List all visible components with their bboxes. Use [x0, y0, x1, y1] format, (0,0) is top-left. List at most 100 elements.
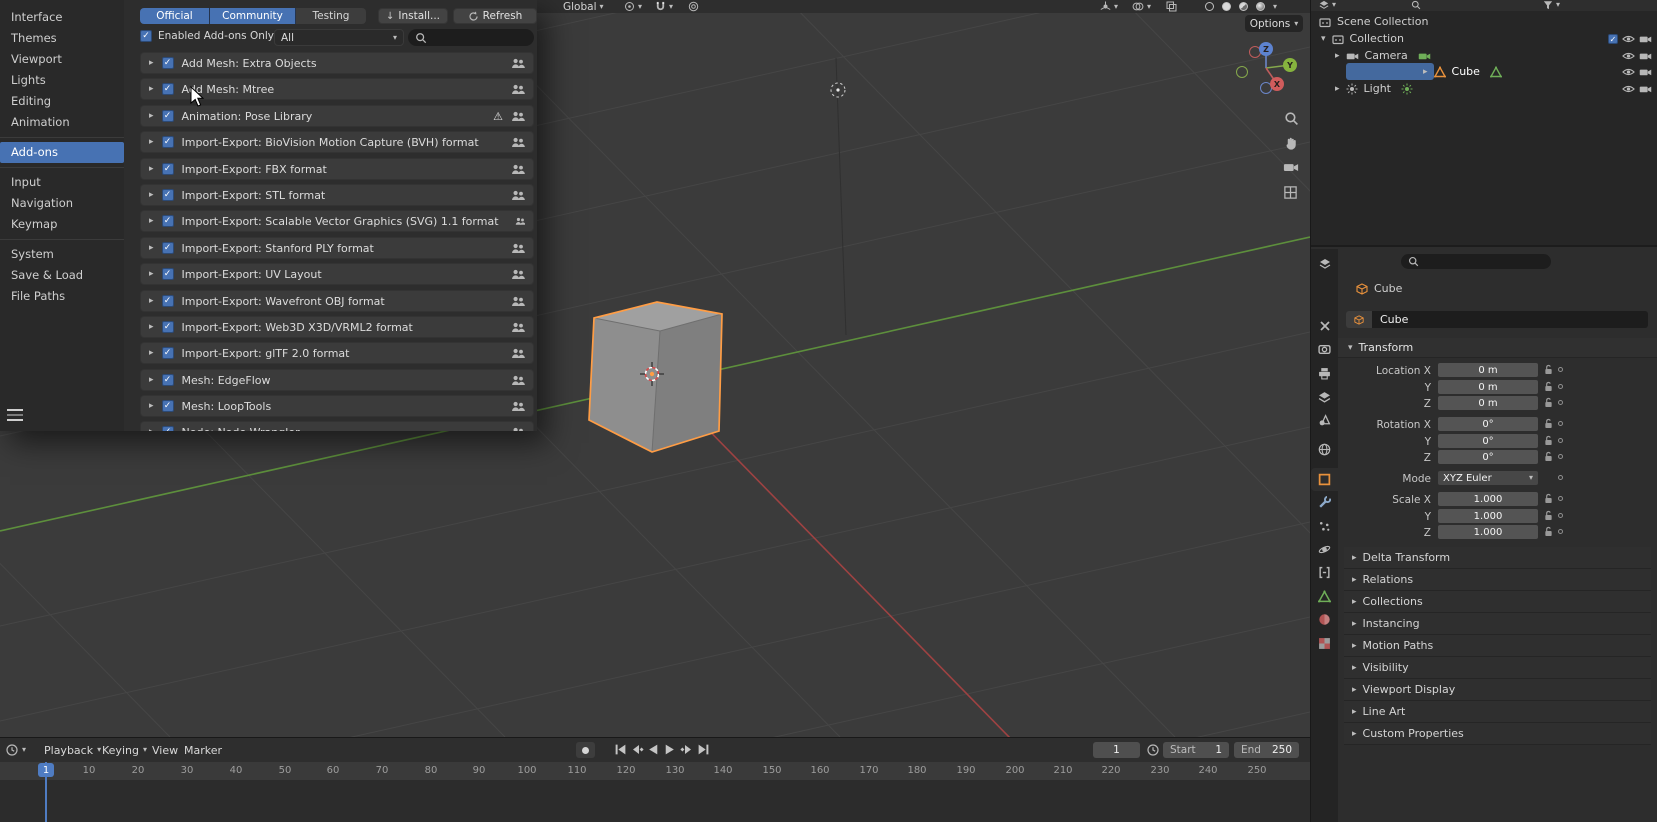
jump-to-end-button[interactable] — [697, 743, 710, 756]
addon-checkbox[interactable]: ✓ — [161, 83, 174, 95]
rotation-z-field[interactable]: 0° — [1438, 450, 1538, 464]
outliner-search-button[interactable] — [1411, 0, 1421, 10]
menu-view[interactable]: View — [152, 738, 178, 762]
menu-keying[interactable]: Keying ▾ — [102, 738, 147, 762]
properties-editor-type-dropdown[interactable] — [1316, 255, 1333, 272]
lock-icon[interactable] — [1544, 493, 1553, 504]
shading-dropdown[interactable]: ▾ — [1273, 0, 1277, 13]
animate-dot-icon[interactable] — [1558, 475, 1563, 480]
disable-render-camera-icon[interactable] — [1639, 84, 1652, 94]
hide-eye-icon[interactable] — [1622, 34, 1635, 44]
sidebar-item-navigation[interactable]: Navigation — [0, 193, 124, 214]
shading-material-button[interactable] — [1239, 0, 1248, 13]
tab-tool[interactable] — [1316, 317, 1333, 334]
animate-dot-icon[interactable] — [1558, 384, 1563, 389]
addon-row[interactable]: ▸ ✓ Import-Export: Scalable Vector Graph… — [140, 210, 534, 232]
expand-arrow-icon[interactable]: ▸ — [149, 269, 154, 279]
outliner-editor-type-dropdown[interactable]: ▾ — [1319, 0, 1336, 10]
collection-checkbox[interactable]: ✓ — [1608, 33, 1618, 44]
lock-icon[interactable] — [1544, 526, 1553, 537]
tab-object-data[interactable] — [1316, 588, 1333, 605]
addon-row[interactable]: ▸ ✓ Import-Export: UV Layout — [140, 263, 534, 285]
sidebar-item-keymap[interactable]: Keymap — [0, 214, 124, 235]
animate-dot-icon[interactable] — [1558, 438, 1563, 443]
pivot-point-dropdown[interactable]: ▾ — [624, 0, 642, 13]
lock-icon[interactable] — [1544, 397, 1553, 408]
id-selector-button[interactable] — [1346, 311, 1372, 328]
addon-row[interactable]: ▸ ✓ Import-Export: STL format — [140, 184, 534, 206]
sidebar-item-lights[interactable]: Lights — [0, 70, 124, 91]
sidebar-item-editing[interactable]: Editing — [0, 91, 124, 112]
location-z-field[interactable]: 0 m — [1438, 396, 1538, 410]
location-x-field[interactable]: 0 m — [1438, 363, 1538, 377]
scale-y-field[interactable]: 1.000 — [1438, 509, 1538, 523]
disable-render-camera-icon[interactable] — [1639, 34, 1652, 44]
expand-arrow-icon[interactable]: ▸ — [149, 401, 154, 411]
menu-playback[interactable]: Playback ▾ — [44, 738, 101, 762]
addon-row[interactable]: ▸ ✓ Import-Export: Stanford PLY format — [140, 237, 534, 259]
frame-start-field[interactable]: Start 1 — [1163, 742, 1229, 758]
addon-row[interactable]: ▸ ✓ Add Mesh: Extra Objects — [140, 52, 534, 74]
addon-row[interactable]: ▸ ✓ Import-Export: FBX format — [140, 158, 534, 180]
addon-checkbox[interactable]: ✓ — [161, 426, 174, 431]
menu-marker[interactable]: Marker — [184, 738, 222, 762]
tab-render[interactable] — [1316, 341, 1333, 358]
expand-arrow-icon[interactable]: ▸ — [149, 243, 154, 253]
addon-checkbox[interactable]: ✓ — [161, 57, 174, 69]
section-line-art[interactable]: ▸ Line Art — [1344, 701, 1651, 723]
animate-dot-icon[interactable] — [1558, 529, 1563, 534]
lock-icon[interactable] — [1544, 510, 1553, 521]
shading-wireframe-button[interactable] — [1205, 0, 1214, 13]
lock-icon[interactable] — [1544, 418, 1553, 429]
properties-editor[interactable]: Cube Cube ▾ Transform Location X 0 m Y 0… — [1311, 249, 1657, 822]
playhead-frame-badge[interactable]: 1 — [38, 763, 54, 777]
expand-arrow-icon[interactable]: ▸ — [149, 84, 154, 94]
timeline-editor-type-dropdown[interactable]: ▾ — [6, 738, 26, 762]
preferences-menu-icon[interactable] — [7, 409, 23, 421]
addon-row[interactable]: ▸ ✓ Import-Export: Wavefront OBJ format — [140, 290, 534, 312]
gizmos-toggle[interactable]: ▾ — [1100, 0, 1118, 13]
expand-arrow-icon[interactable]: ▸ — [149, 375, 154, 385]
overlays-toggle[interactable]: ▾ — [1132, 0, 1151, 13]
outliner-editor[interactable]: ▾ ▾ Scene Collection ▾ Collection ✓ ▸ Ca… — [1311, 0, 1657, 247]
install-addon-button[interactable]: ↓ Install... — [378, 8, 448, 24]
disable-render-camera-icon[interactable] — [1639, 67, 1652, 77]
addon-row[interactable]: ▸ ✓ Import-Export: glTF 2.0 format — [140, 342, 534, 364]
rotation-x-field[interactable]: 0° — [1438, 417, 1538, 431]
proportional-editing-toggle[interactable] — [688, 0, 699, 13]
animate-dot-icon[interactable] — [1558, 454, 1563, 459]
frame-end-field[interactable]: End 250 — [1234, 742, 1299, 758]
tab-community[interactable]: Community — [210, 8, 296, 24]
object-name-field[interactable]: Cube — [1372, 311, 1648, 328]
tab-testing[interactable]: Testing — [296, 8, 366, 24]
addon-row[interactable]: ▸ ✓ Add Mesh: Mtree — [140, 78, 534, 100]
orthographic-toggle[interactable] — [1283, 185, 1298, 200]
animate-dot-icon[interactable] — [1558, 400, 1563, 405]
camera-view-toggle[interactable] — [1283, 161, 1299, 173]
addon-row[interactable]: ▸ ✓ Animation: Pose Library ⚠ — [140, 105, 534, 127]
scale-z-field[interactable]: 1.000 — [1438, 525, 1538, 539]
play-reverse-button[interactable] — [647, 743, 660, 756]
tab-official[interactable]: Official — [140, 8, 210, 24]
transform-orientation-dropdown[interactable]: Global ▾ — [563, 0, 604, 13]
expand-arrow-icon[interactable]: ▸ — [149, 111, 154, 121]
addon-search-input[interactable] — [408, 29, 534, 46]
current-frame-field[interactable]: 1 — [1093, 742, 1140, 758]
tab-material[interactable] — [1316, 611, 1333, 628]
next-keyframe-button[interactable] — [680, 743, 694, 756]
tab-texture[interactable] — [1316, 635, 1333, 652]
use-preview-range-clock-icon[interactable] — [1147, 744, 1159, 756]
disable-render-camera-icon[interactable] — [1639, 51, 1652, 61]
section-instancing[interactable]: ▸ Instancing — [1344, 613, 1651, 635]
section-custom-properties[interactable]: ▸ Custom Properties — [1344, 723, 1651, 745]
snap-toggle[interactable]: ▾ — [655, 0, 673, 13]
enabled-addons-only-toggle[interactable]: ✓ Enabled Add-ons Only — [140, 30, 274, 42]
addon-checkbox[interactable]: ✓ — [161, 295, 174, 307]
section-viewport-display[interactable]: ▸ Viewport Display — [1344, 679, 1651, 701]
outliner-filter-button[interactable]: ▾ — [1543, 0, 1560, 10]
addon-row[interactable]: ▸ ✓ Import-Export: BioVision Motion Capt… — [140, 131, 534, 153]
auto-keying-record-button[interactable] — [576, 742, 595, 758]
addon-checkbox[interactable]: ✓ — [161, 110, 174, 122]
play-button[interactable] — [663, 743, 676, 756]
addon-checkbox[interactable]: ✓ — [161, 321, 174, 333]
